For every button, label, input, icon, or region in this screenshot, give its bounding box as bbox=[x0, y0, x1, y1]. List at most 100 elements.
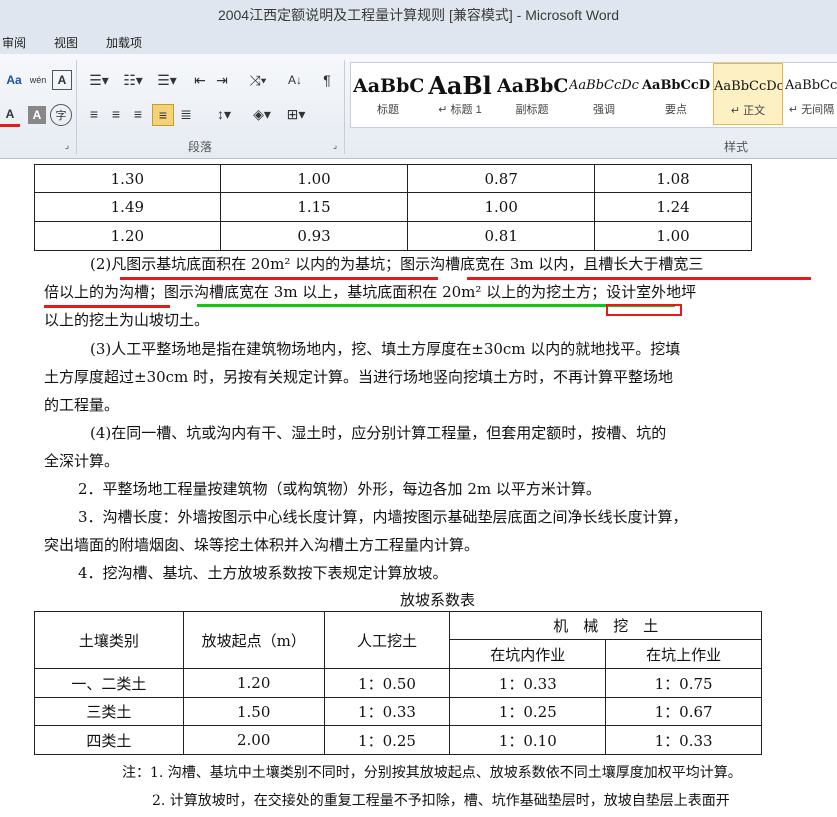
header-machine-digging: 机 械 挖 土 bbox=[449, 611, 762, 640]
table-cell: 2.00 bbox=[182, 725, 325, 755]
table-cell: 1.08 bbox=[594, 164, 752, 193]
sort-icon[interactable]: A↓ bbox=[284, 70, 306, 90]
tab-addins[interactable]: 加载项 bbox=[106, 34, 142, 51]
style-title[interactable]: AaBbC 标题 bbox=[353, 63, 423, 125]
table-row: 1.49 1.15 1.00 1.24 bbox=[34, 192, 752, 222]
table-cell: 0.93 bbox=[219, 221, 409, 251]
slope-coefficient-table: 土壤类别 放坡起点（m） 人工挖土 机 械 挖 土 在坑内作业 在坑上作业 一、… bbox=[34, 611, 762, 755]
header-in-pit: 在坑内作业 bbox=[449, 639, 607, 669]
green-underline-mark bbox=[197, 304, 675, 307]
paragraph-dialog-launcher-icon[interactable]: ⌟ bbox=[330, 140, 340, 150]
slope-table-caption: 放坡系数表 bbox=[400, 591, 476, 609]
table-cell: 1：0.25 bbox=[323, 725, 451, 755]
red-underline-mark bbox=[467, 277, 811, 280]
paragraph-2-line-2: 倍以上的为沟槽；图示沟槽底宽在 3m 以上，基坑底面积在 20m² 以上的为挖土… bbox=[44, 283, 697, 301]
bullets-icon[interactable]: ☰▾ bbox=[84, 70, 114, 90]
table-cell: 1：0.25 bbox=[449, 697, 607, 726]
paragraph-3-line-1: (3)人工平整场地是指在建筑物场地内，挖、填土方厚度在±30cm 以内的就地找平… bbox=[90, 340, 681, 358]
style-emphasis[interactable]: AaBbCcDc 强调 bbox=[569, 63, 639, 125]
table-cell: 1：0.10 bbox=[449, 725, 607, 755]
table-cell: 1.20 bbox=[34, 221, 221, 251]
paragraph-3-line-3: 的工程量。 bbox=[44, 396, 120, 414]
line-spacing-icon[interactable]: ↕▾ bbox=[210, 104, 238, 124]
table-cell: 1.15 bbox=[219, 192, 409, 222]
red-underline-mark bbox=[120, 277, 438, 280]
character-border-icon[interactable]: A bbox=[52, 70, 72, 90]
decrease-indent-icon[interactable]: ⇤ bbox=[190, 70, 210, 90]
table-cell: 1：0.67 bbox=[605, 697, 762, 726]
table-cell: 0.87 bbox=[407, 164, 596, 193]
table-cell: 1：0.50 bbox=[323, 668, 451, 698]
align-left-icon[interactable]: ≡ bbox=[84, 104, 104, 124]
ribbon: Aa wén A A A 字 ☰▾ ☷▾ ☰▾ ⇤ ⇥ ⤨▾ A↓ ¶ ≡ ≡ … bbox=[0, 54, 837, 159]
paragraph-3-line-2: 土方厚度超过±30cm 时，另按有关规定计算。当进行场地竖向挖填土方时，不再计算… bbox=[44, 368, 674, 386]
group-separator bbox=[344, 60, 345, 154]
font-color-icon[interactable]: A bbox=[0, 104, 20, 127]
item-4-text: 4．挖沟槽、基坑、土方放坡系数按下表规定计算放坡。 bbox=[78, 564, 448, 582]
style-subtitle[interactable]: AaBbC 副标题 bbox=[497, 63, 567, 125]
style-normal[interactable]: AaBbCcDc ↵ 正文 bbox=[713, 63, 783, 125]
table-cell: 一、二类土 bbox=[34, 668, 184, 698]
style-no-spacing[interactable]: AaBbCcI ↵ 无间隔 bbox=[785, 63, 837, 125]
table-cell: 1.20 bbox=[182, 668, 325, 698]
justify-icon[interactable]: ≡ bbox=[152, 104, 174, 126]
header-on-pit: 在坑上作业 bbox=[605, 639, 762, 669]
red-underline-mark bbox=[44, 305, 170, 308]
style-heading-1[interactable]: AaBl ↵ 标题 1 bbox=[425, 63, 495, 125]
table-cell: 1.00 bbox=[407, 192, 596, 222]
distributed-icon[interactable]: ≣ bbox=[176, 104, 196, 124]
borders-icon[interactable]: ⊞▾ bbox=[282, 104, 310, 124]
red-box-mark bbox=[606, 304, 682, 316]
align-center-icon[interactable]: ≡ bbox=[106, 104, 126, 124]
multilevel-list-icon[interactable]: ☰▾ bbox=[152, 70, 182, 90]
header-soil-type: 土壤类别 bbox=[34, 611, 184, 669]
table-cell: 1.24 bbox=[594, 192, 752, 222]
style-strong[interactable]: AaBbCcD 要点 bbox=[641, 63, 711, 125]
table-cell: 四类土 bbox=[34, 725, 184, 755]
styles-group-label: 样式 bbox=[724, 140, 749, 154]
enclose-character-icon[interactable]: 字 bbox=[50, 104, 72, 126]
table-cell: 1.30 bbox=[34, 164, 221, 193]
font-dialog-launcher-icon[interactable]: ⌟ bbox=[62, 140, 72, 150]
align-right-icon[interactable]: ≡ bbox=[128, 104, 148, 124]
increase-indent-icon[interactable]: ⇥ bbox=[212, 70, 232, 90]
show-formatting-icon[interactable]: ¶ bbox=[318, 70, 336, 90]
chinese-layout-icon[interactable]: ⤨▾ bbox=[244, 70, 272, 90]
paragraph-2-line-3: 以上的挖土为山坡切土。 bbox=[44, 311, 210, 329]
table-cell: 三类土 bbox=[34, 697, 184, 726]
document-page[interactable]: 1.30 1.00 0.87 1.08 1.49 1.15 1.00 1.24 … bbox=[0, 159, 837, 817]
paragraph-group-label: 段落 bbox=[188, 140, 213, 154]
table-header-row: 土壤类别 放坡起点（m） 人工挖土 机 械 挖 土 bbox=[34, 611, 762, 669]
table-row: 三类土 1.50 1：0.33 1：0.25 1：0.67 bbox=[34, 697, 762, 726]
shading-icon[interactable]: ◈▾ bbox=[248, 104, 276, 124]
paragraph-4-line-1: (4)在同一槽、坑或沟内有干、湿土时，应分别计算工程量，但套用定额时，按槽、坑的 bbox=[90, 424, 667, 442]
change-case-icon[interactable]: Aa bbox=[4, 70, 24, 90]
item-3-line-1: 3．沟槽长度：外墙按图示中心线长度计算，内墙按图示基础垫层底面之间净长线长度计算… bbox=[78, 508, 688, 526]
header-slope-start: 放坡起点（m） bbox=[182, 611, 325, 669]
table-row: 一、二类土 1.20 1：0.50 1：0.33 1：0.75 bbox=[34, 668, 762, 698]
tab-review[interactable]: 审阅 bbox=[2, 34, 26, 51]
group-separator bbox=[76, 60, 77, 154]
window-title: 2004江西定额说明及工程量计算规则 [兼容模式] - Microsoft Wo… bbox=[217, 7, 620, 23]
tab-view[interactable]: 视图 bbox=[54, 34, 78, 51]
note-2: 2. 计算放坡时，在交接处的重复工程量不予扣除，槽、坑作基础垫层时，放坡自垫层上… bbox=[152, 793, 730, 809]
table-row: 1.30 1.00 0.87 1.08 bbox=[34, 164, 752, 193]
paragraph-2-line-1: (2)凡图示基坑底面积在 20m² 以内的为基坑；图示沟槽底宽在 3m 以内，且… bbox=[90, 255, 704, 273]
header-manual-digging: 人工挖土 bbox=[323, 611, 451, 669]
table-cell: 1：0.33 bbox=[449, 668, 607, 698]
table-row: 四类土 2.00 1：0.25 1：0.10 1：0.33 bbox=[34, 725, 762, 755]
phonetic-guide-icon[interactable]: wén bbox=[28, 70, 48, 90]
table-cell: 1.00 bbox=[219, 164, 409, 193]
note-1: 注：1. 沟槽、基坑中土壤类别不同时，分别按其放坡起点、放坡系数依不同土壤厚度加… bbox=[122, 765, 742, 781]
table-cell: 1：0.75 bbox=[605, 668, 762, 698]
paragraph-4-line-2: 全深计算。 bbox=[44, 452, 120, 470]
window-title-bar: 2004江西定额说明及工程量计算规则 [兼容模式] - Microsoft Wo… bbox=[0, 0, 837, 30]
character-shading-icon[interactable]: A bbox=[28, 106, 46, 124]
numbering-icon[interactable]: ☷▾ bbox=[118, 70, 148, 90]
table-cell: 0.81 bbox=[407, 221, 596, 251]
table-cell: 1.49 bbox=[34, 192, 221, 222]
table-cell: 1：0.33 bbox=[605, 725, 762, 755]
table-cell: 1.00 bbox=[594, 221, 752, 251]
styles-gallery: AaBbC 标题 AaBl ↵ 标题 1 AaBbC 副标题 AaBbCcDc … bbox=[350, 62, 837, 128]
table-row: 1.20 0.93 0.81 1.00 bbox=[34, 221, 752, 251]
